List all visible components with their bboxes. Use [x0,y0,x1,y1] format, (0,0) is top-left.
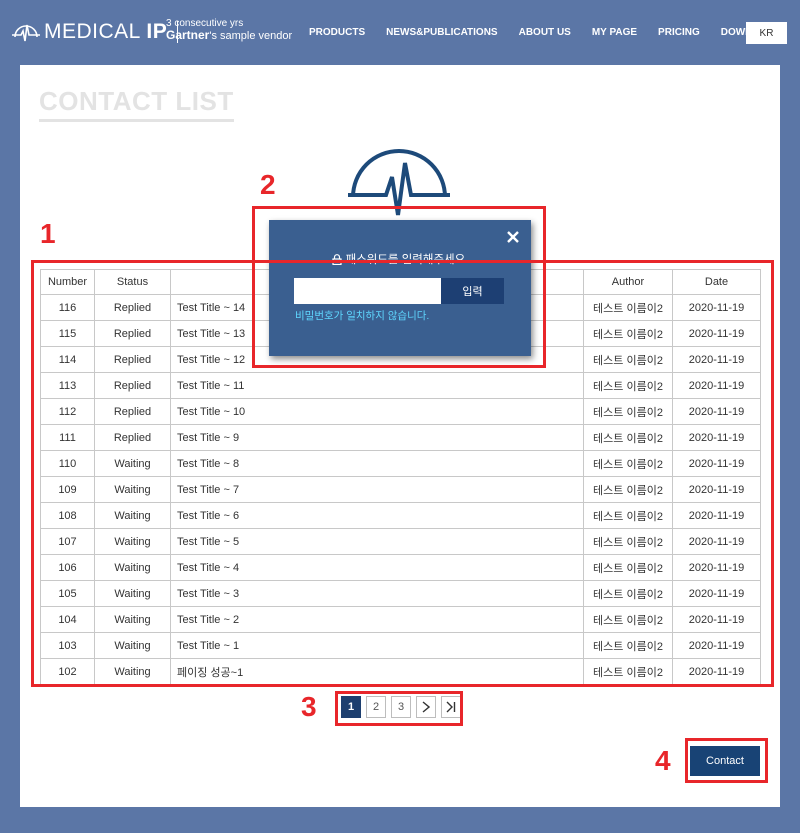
gartner-tagline: 3 consecutive yrs Gartner's sample vendo… [166,18,292,42]
logo-ip-text: IP [146,20,168,43]
logo-medical-text: MEDICAL [44,20,141,43]
tagline-line2: Gartner's sample vendor [166,28,293,42]
medical-ip-logo[interactable]: MEDICAL IP [12,20,188,44]
nav-my-page[interactable]: MY PAGE [592,27,637,38]
nav-products[interactable]: PRODUCTS [309,27,365,38]
nav-news-publications[interactable]: NEWS&PUBLICATIONS [386,27,497,38]
annotation-label-4: 4 [655,745,671,776]
top-header: MEDICAL IP 3 consecutive yrs Gartner's s… [0,0,800,64]
heartbeat-logo-icon [12,24,40,42]
annotation-box-3 [335,691,463,726]
annotation-label-2: 2 [260,169,276,200]
language-kr-button[interactable]: KR [746,22,787,44]
main-nav: PRODUCTS NEWS&PUBLICATIONS ABOUT US MY P… [309,27,800,38]
page-title: CONTACT LIST [39,86,234,122]
annotation-label-1: 1 [40,218,56,249]
nav-about-us[interactable]: ABOUT US [519,27,571,38]
gartner-brand: Gartner [166,28,210,42]
annotation-box-4 [685,738,768,783]
tagline-rest: 's sample vendor [209,30,293,42]
logo-text: MEDICAL IP [44,20,167,44]
nav-pricing[interactable]: PRICING [658,27,700,38]
annotation-box-2 [252,206,546,368]
annotation-label-3: 3 [301,691,317,722]
